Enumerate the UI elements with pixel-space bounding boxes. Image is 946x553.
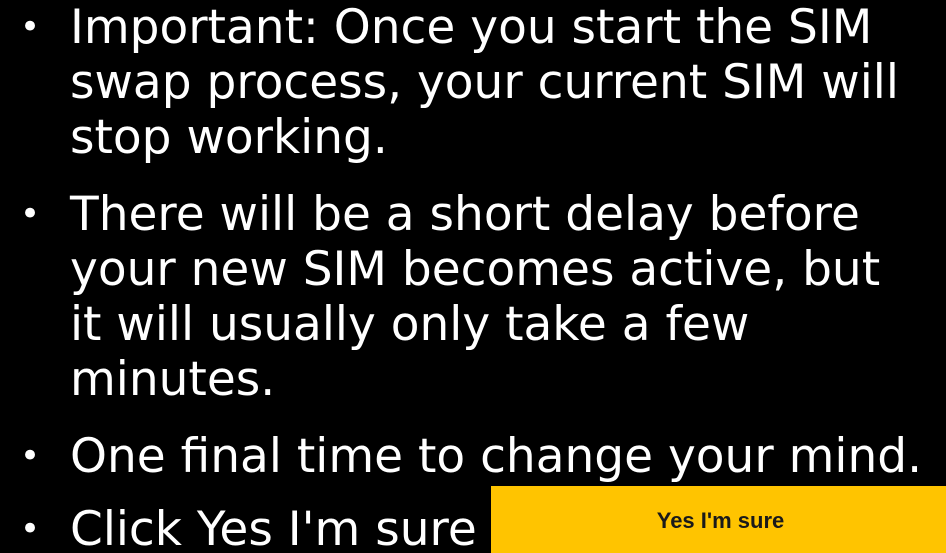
- instruction-line: One final time to change your mind.: [70, 429, 923, 484]
- instruction-line: stop working.: [70, 110, 388, 165]
- instruction-text: One final time to change your mind.: [70, 429, 940, 484]
- bullet-icon: •: [20, 509, 41, 549]
- instruction-line: There will be a short delay before: [70, 187, 860, 242]
- bullet-icon: •: [20, 194, 41, 234]
- bullet-icon: •: [20, 436, 41, 476]
- yes-im-sure-button[interactable]: Yes I'm sure: [491, 486, 946, 553]
- instruction-line: swap process, your current SIM will: [70, 55, 899, 110]
- instruction-text: Important: Once you start the SIM swap p…: [70, 0, 940, 165]
- bullet-icon: •: [20, 7, 41, 47]
- instruction-line: your new SIM becomes active, but: [70, 242, 881, 297]
- yes-im-sure-button-label: Yes I'm sure: [656, 508, 785, 533]
- instruction-text: There will be a short delay before your …: [70, 187, 940, 407]
- instruction-line: it will usually only take a few: [70, 297, 750, 352]
- instruction-line: minutes.: [70, 352, 276, 407]
- instruction-line: Important: Once you start the SIM: [70, 0, 873, 55]
